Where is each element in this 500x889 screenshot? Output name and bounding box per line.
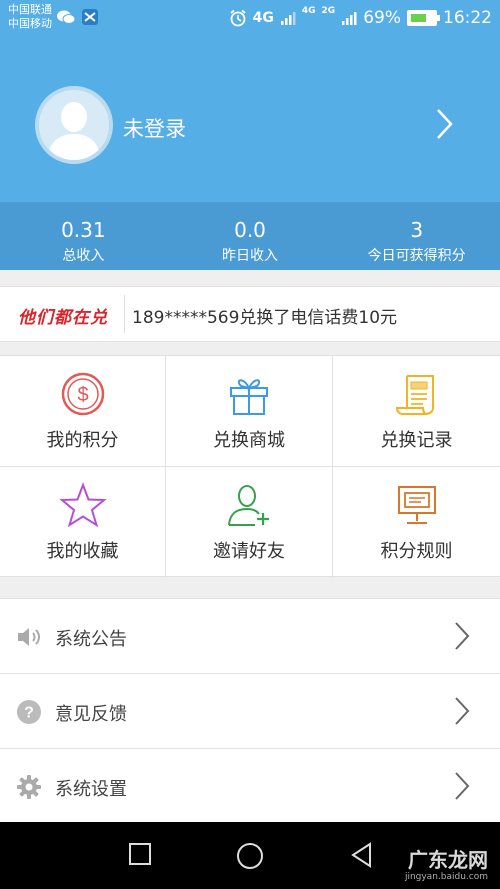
svg-text:?: ? xyxy=(24,705,34,722)
carrier-info: 中国联通 中国移动 xyxy=(8,3,52,31)
battery-percent: 69% xyxy=(363,8,401,28)
grid-label: 我的积分 xyxy=(46,430,119,451)
grid-label: 兑换记录 xyxy=(380,430,453,451)
stat-today-points[interactable]: 3 今日可获得积分 xyxy=(333,202,500,270)
stat-value: 3 xyxy=(410,218,424,242)
carrier-1: 中国联通 xyxy=(8,3,52,16)
network-type: 4G xyxy=(252,10,274,26)
battery-fill xyxy=(411,14,426,22)
stat-value: 0.0 xyxy=(234,218,266,242)
signal-icon-2 xyxy=(342,12,357,25)
grid-label: 兑换商城 xyxy=(213,430,285,451)
settings-list: 系统公告 ? 意见反馈 系统设置 xyxy=(0,598,500,824)
svg-text:$: $ xyxy=(77,384,88,406)
chevron-right-icon[interactable] xyxy=(454,771,470,801)
ticker-brand: 他们都在兑 xyxy=(18,308,108,328)
status-app-icons xyxy=(56,9,98,25)
presentation-board-icon xyxy=(397,486,436,524)
gear-icon xyxy=(17,775,41,799)
list-label: 系统公告 xyxy=(55,629,127,650)
wechat-icon xyxy=(57,10,76,24)
home-icon[interactable] xyxy=(236,842,264,870)
exchange-ticker[interactable]: 他们都在兑 189*****569兑换了电信话费10元 xyxy=(0,286,500,342)
speaker-icon xyxy=(18,628,40,646)
profile-header[interactable]: 未登录 xyxy=(0,36,500,202)
watermark: 广东龙网 xyxy=(408,848,488,872)
watermark-sub: jingyan.baidu.com xyxy=(404,872,488,882)
grid-label: 我的收藏 xyxy=(46,541,119,562)
signal-icon-1 xyxy=(280,12,296,25)
chevron-right-icon[interactable] xyxy=(454,696,470,726)
chevron-right-icon[interactable] xyxy=(435,108,455,140)
dollar-coin-icon: $ xyxy=(61,372,104,416)
ticker-divider xyxy=(124,295,125,333)
scroll-icon xyxy=(395,375,434,415)
grid-item-exchange-records[interactable]: 兑换记录 xyxy=(333,356,500,467)
stats-bar: 0.31 总收入 0.0 昨日收入 3 今日可获得积分 xyxy=(0,202,500,270)
battery-icon xyxy=(407,10,440,26)
grid-item-invite-friends[interactable]: 邀请好友 xyxy=(166,467,333,578)
stat-value: 0.31 xyxy=(61,218,106,242)
alarm-clock-icon xyxy=(230,9,246,27)
list-item-settings[interactable]: 系统设置 xyxy=(0,749,500,824)
status-bar: 中国联通 中国移动 4G 4G 2G 69% 16:22 xyxy=(0,0,500,36)
list-item-feedback[interactable]: ? 意见反馈 xyxy=(0,674,500,749)
grid-label: 积分规则 xyxy=(380,541,453,562)
add-user-icon xyxy=(228,485,269,526)
status-indicators: 4G 4G 2G 69% 16:22 xyxy=(229,0,492,36)
grid-item-exchange-mall[interactable]: 兑换商城 xyxy=(166,356,333,467)
list-item-announcements[interactable]: 系统公告 xyxy=(0,599,500,674)
stat-yesterday-income[interactable]: 0.0 昨日收入 xyxy=(167,202,334,270)
feature-grid: $ 我的积分 兑换商城 兑换记录 我的收藏 邀请好友 积分规则 xyxy=(0,355,500,578)
carrier-2: 中国移动 xyxy=(8,17,52,30)
list-label: 意见反馈 xyxy=(55,704,127,725)
grid-label: 邀请好友 xyxy=(213,541,285,562)
grid-item-my-points[interactable]: $ 我的积分 xyxy=(0,356,166,467)
login-status[interactable]: 未登录 xyxy=(123,113,186,143)
stat-total-income[interactable]: 0.31 总收入 xyxy=(0,202,167,270)
grid-item-points-rules[interactable]: 积分规则 xyxy=(333,467,500,578)
chevron-right-icon[interactable] xyxy=(454,621,470,651)
stat-label: 总收入 xyxy=(62,248,105,264)
default-user-icon xyxy=(47,102,101,160)
stat-label: 今日可获得积分 xyxy=(367,248,466,264)
question-icon: ? xyxy=(17,700,41,724)
gift-box-icon xyxy=(230,379,268,415)
star-icon xyxy=(58,482,107,528)
back-icon[interactable] xyxy=(350,842,374,868)
stat-label: 昨日收入 xyxy=(222,248,278,264)
list-label: 系统设置 xyxy=(55,779,127,800)
ticker-message: 189*****569兑换了电信话费10元 xyxy=(132,308,398,328)
system-nav-bar: 广东龙网 jingyan.baidu.com xyxy=(0,822,500,889)
app-icon xyxy=(82,9,98,25)
network-type-small-4g: 4G xyxy=(301,6,316,16)
clock-time: 16:22 xyxy=(443,8,492,28)
avatar[interactable] xyxy=(35,86,113,164)
recent-apps-icon[interactable] xyxy=(128,842,152,866)
grid-item-my-favorites[interactable]: 我的收藏 xyxy=(0,467,166,578)
network-type-small-2g: 2G xyxy=(321,6,336,16)
